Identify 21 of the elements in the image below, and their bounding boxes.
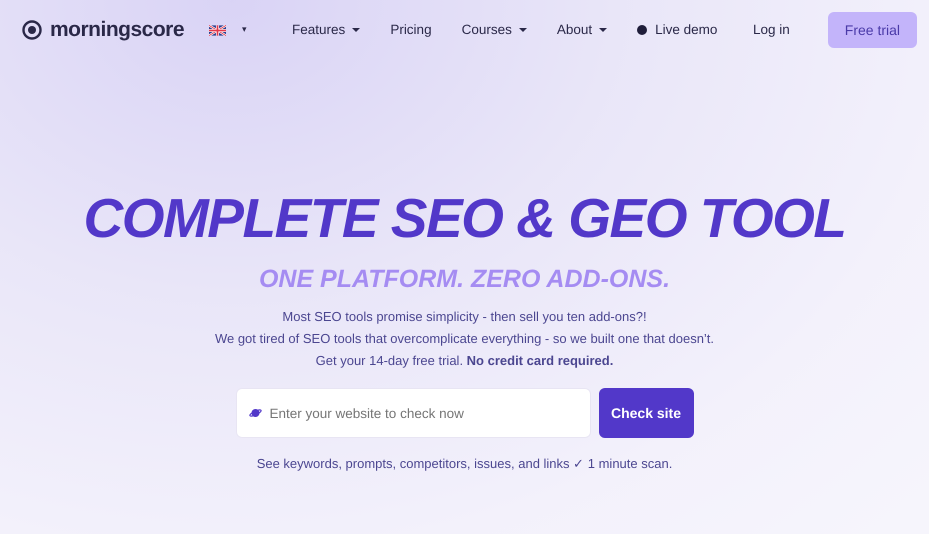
- caret-icon: ▾: [242, 23, 248, 37]
- language-selector[interactable]: ▾: [209, 23, 248, 37]
- scan-note: See keywords, prompts, competitors, issues, and links ✓ 1 minute scan.: [256, 455, 672, 473]
- website-field[interactable]: Enter your website to check now: [236, 388, 590, 438]
- hero-title: COMPLETE SEO & GEO TOOL: [83, 188, 846, 248]
- brand-name[interactable]: morningscore: [50, 14, 184, 46]
- nav-link[interactable]: Courses: [462, 20, 527, 40]
- nav-link[interactable]: About: [556, 20, 608, 40]
- nav-link[interactable]: Pricing: [390, 20, 432, 40]
- live-dot-icon: [637, 25, 648, 35]
- nav-link[interactable]: Live demo: [637, 20, 718, 40]
- nav-link[interactable]: Features: [292, 20, 360, 40]
- logo-icon: [22, 20, 42, 40]
- hero-text: Get your 14-day free trial. No credit card required.: [314, 352, 614, 370]
- flag-icon: [209, 24, 226, 36]
- free-trial-button[interactable]: Free trial: [828, 12, 917, 48]
- hero-subtitle: ONE PLATFORM. ZERO ADD-ONS.: [258, 264, 670, 294]
- check-site-button[interactable]: Check site: [598, 388, 694, 438]
- login-link[interactable]: Log in: [752, 20, 790, 40]
- hero-text: Most SEO tools promise simplicity - then sell you ten add-ons?!: [281, 308, 648, 326]
- hero-text: We got tired of SEO tools that overcomplicate everything - so we built one that doesn’t.: [214, 330, 714, 348]
